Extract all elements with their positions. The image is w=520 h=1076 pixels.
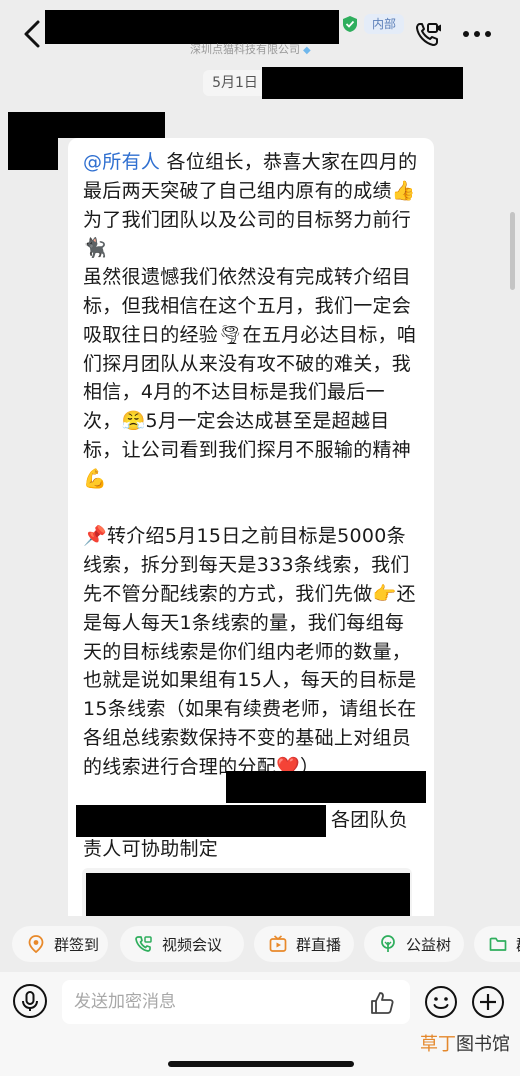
- live-icon: [269, 935, 287, 952]
- mention-all[interactable]: @所有人: [83, 151, 160, 173]
- thumbs-up-icon[interactable]: [368, 989, 396, 1017]
- redacted-sender-name: [58, 112, 165, 138]
- tool-folder-label: 群: [516, 934, 520, 955]
- folder-icon: [489, 937, 507, 951]
- quick-tools-bar: 群签到 视频会议 群直播 公益树 群: [0, 916, 520, 972]
- redacted-group-title: [45, 10, 339, 44]
- watermark-orange: 草丁: [420, 1034, 456, 1055]
- more-options-icon[interactable]: [462, 30, 492, 38]
- video-meeting-icon: [135, 936, 152, 952]
- message-input[interactable]: [62, 980, 410, 1024]
- redacted-date-detail: [262, 67, 463, 99]
- scrollbar[interactable]: [510, 212, 515, 290]
- redacted-quote-text: [86, 873, 410, 919]
- watermark-dark: 图书馆: [456, 1034, 510, 1055]
- back-arrow-icon[interactable]: [18, 16, 48, 52]
- emoji-icon[interactable]: [424, 985, 458, 1019]
- tool-live[interactable]: 群直播: [254, 926, 354, 962]
- diamond-icon: ◆: [303, 45, 311, 56]
- redacted-text-1: [226, 771, 426, 803]
- checkin-icon: [28, 935, 44, 954]
- plus-icon[interactable]: [471, 985, 505, 1019]
- tool-charity-tree-label: 公益树: [406, 935, 452, 954]
- date-separator: 5月1日: [203, 70, 267, 96]
- company-name-text: 深圳点猫科技有限公司: [190, 43, 300, 56]
- tool-live-label: 群直播: [296, 935, 342, 954]
- home-indicator[interactable]: [168, 1061, 354, 1067]
- chat-header: 内部 深圳点猫科技有限公司 ◆: [0, 0, 520, 62]
- message-paragraph-3: 📌转介绍5月15日之前目标是5000条线索，拆分到每天是333条线索，我们先不管…: [83, 525, 417, 778]
- tool-checkin-label: 群签到: [54, 935, 100, 954]
- message-paragraph-2: 虽然很遗憾我们依然没有完成转介绍目标，但我相信在这个五月，我们一定会吸取往日的经…: [83, 266, 417, 490]
- company-name: 深圳点猫科技有限公司 ◆: [190, 41, 311, 57]
- internal-badge: 内部: [364, 14, 405, 34]
- redacted-avatar[interactable]: [8, 112, 58, 170]
- tool-charity-tree[interactable]: 公益树: [364, 926, 464, 962]
- verified-shield-icon: [343, 16, 357, 32]
- message-text: @所有人 各位组长，恭喜大家在四月的最后两天突破了自己组内原有的成绩👍为了我们团…: [83, 148, 423, 782]
- tool-folder[interactable]: 群: [474, 926, 520, 962]
- video-call-icon[interactable]: [414, 20, 442, 48]
- message-tail-text: 各团队负责人可协助制定: [83, 809, 409, 860]
- tool-video-meeting[interactable]: 视频会议: [120, 926, 244, 962]
- tool-video-meeting-label: 视频会议: [162, 935, 223, 954]
- voice-input-icon[interactable]: [12, 983, 48, 1019]
- watermark: 草丁图书馆: [420, 1030, 510, 1056]
- charity-tree-icon: [381, 935, 395, 952]
- tool-checkin[interactable]: 群签到: [12, 926, 108, 962]
